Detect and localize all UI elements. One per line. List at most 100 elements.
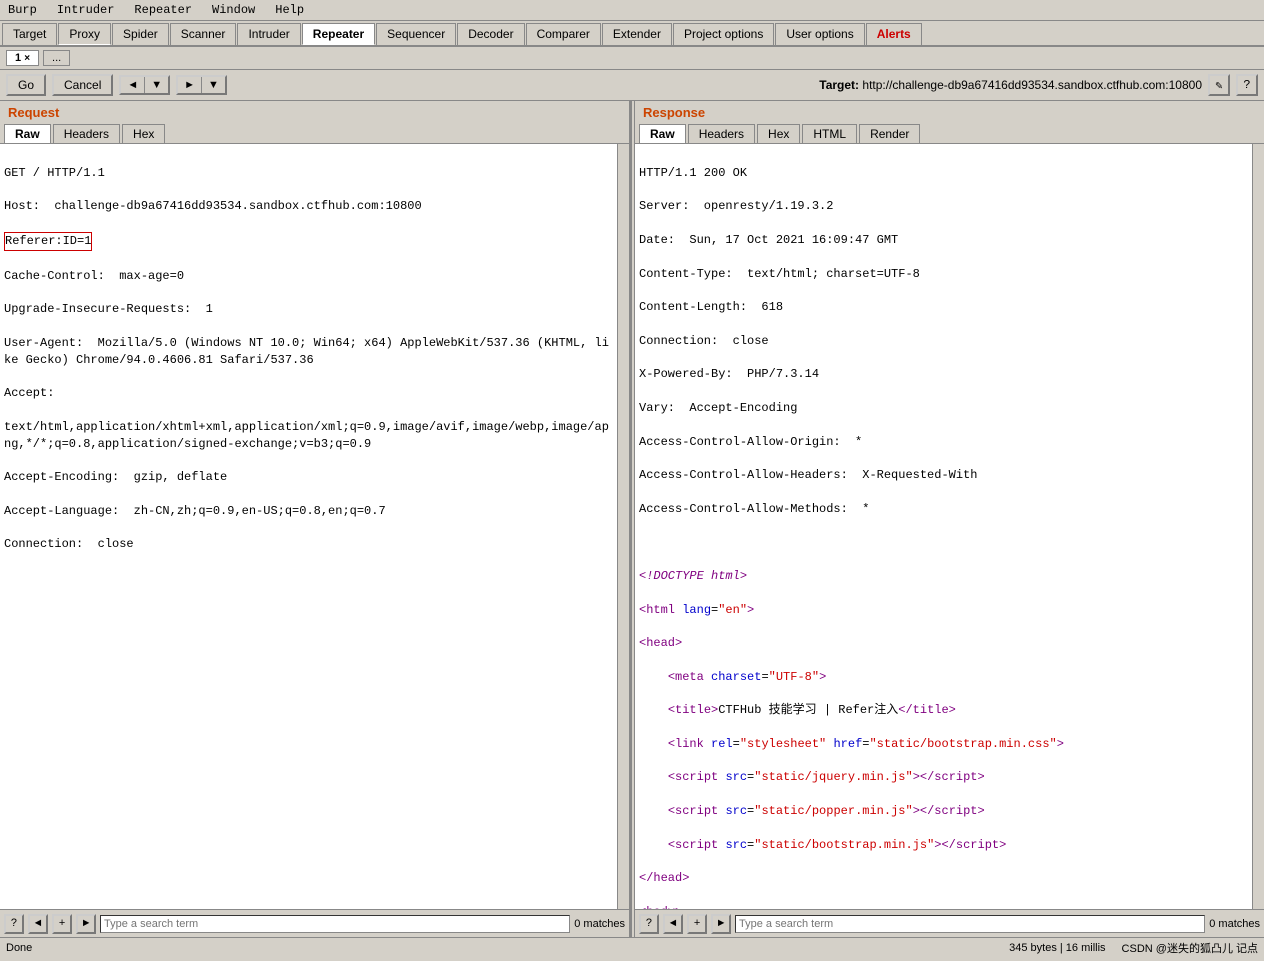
request-search-next[interactable]: ►: [76, 914, 96, 934]
forward-dropdown-button[interactable]: ▼: [202, 77, 225, 93]
tab-repeater[interactable]: Repeater: [302, 23, 375, 45]
response-search-next[interactable]: ►: [711, 914, 731, 934]
request-search-next-plus[interactable]: +: [52, 914, 72, 934]
request-title: Request: [0, 101, 629, 124]
response-search-bar: ? ◄ + ► 0 matches: [635, 909, 1264, 937]
resp-head-open: <head>: [639, 635, 1248, 652]
request-line-1: GET / HTTP/1.1: [4, 165, 613, 182]
resp-x-powered: X-Powered-By: PHP/7.3.14: [639, 366, 1248, 383]
request-search-bar: ? ◄ + ► 0 matches: [0, 909, 629, 937]
menu-bar: Burp Intruder Repeater Window Help: [0, 0, 1264, 21]
resp-script3: <script src="static/bootstrap.min.js"></…: [639, 837, 1248, 854]
main-tab-bar: Target Proxy Spider Scanner Intruder Rep…: [0, 21, 1264, 47]
request-tab-headers[interactable]: Headers: [53, 124, 120, 143]
request-content-wrapper: GET / HTTP/1.1 Host: challenge-db9a67416…: [0, 144, 629, 909]
cancel-button[interactable]: Cancel: [52, 74, 113, 96]
tab-comparer[interactable]: Comparer: [526, 23, 601, 45]
target-url: http://challenge-db9a67416dd93534.sandbo…: [862, 78, 1202, 92]
response-status-info: 345 bytes | 16 millis: [1009, 942, 1105, 954]
tab-intruder[interactable]: Intruder: [237, 23, 300, 45]
menu-burp[interactable]: Burp: [4, 2, 41, 18]
resp-script1: <script src="static/jquery.min.js"></scr…: [639, 769, 1248, 786]
tab-user-options[interactable]: User options: [775, 23, 864, 45]
repeater-tab-1[interactable]: 1 ×: [6, 50, 39, 66]
request-line-2: Host: challenge-db9a67416dd93534.sandbox…: [4, 198, 613, 215]
resp-doctype: <!DOCTYPE html>: [639, 568, 1248, 585]
resp-status: HTTP/1.1 200 OK: [639, 165, 1248, 182]
tab-spider[interactable]: Spider: [112, 23, 169, 45]
request-search-input[interactable]: [100, 915, 570, 933]
resp-server: Server: openresty/1.19.3.2: [639, 198, 1248, 215]
response-search-input[interactable]: [735, 915, 1205, 933]
edit-target-button[interactable]: ✎: [1208, 74, 1230, 96]
request-pane: Request Raw Headers Hex GET / HTTP/1.1 H…: [0, 101, 631, 937]
resp-acam: Access-Control-Allow-Methods: *: [639, 501, 1248, 518]
response-matches: 0 matches: [1209, 918, 1260, 930]
response-tab-hex[interactable]: Hex: [757, 124, 800, 143]
response-tab-render[interactable]: Render: [859, 124, 920, 143]
response-scrollbar[interactable]: [1252, 144, 1264, 909]
resp-content-length: Content-Length: 618: [639, 299, 1248, 316]
tab-extender[interactable]: Extender: [602, 23, 672, 45]
response-tab-raw[interactable]: Raw: [639, 124, 686, 143]
tab-proxy[interactable]: Proxy: [58, 23, 111, 45]
request-line-upgrade: Upgrade-Insecure-Requests: 1: [4, 301, 613, 318]
resp-connection: Connection: close: [639, 333, 1248, 350]
status-text: Done: [6, 942, 32, 954]
back-button[interactable]: ◄: [121, 77, 145, 93]
tab-alerts[interactable]: Alerts: [866, 23, 922, 45]
resp-blank: [639, 534, 1248, 551]
menu-help[interactable]: Help: [271, 2, 308, 18]
menu-repeater[interactable]: Repeater: [130, 2, 196, 18]
menu-window[interactable]: Window: [208, 2, 259, 18]
tab-decoder[interactable]: Decoder: [457, 23, 524, 45]
request-line-encoding: Accept-Encoding: gzip, deflate: [4, 469, 613, 486]
status-bar: Done 345 bytes | 16 millis CSDN @迷失的狐凸儿 …: [0, 937, 1264, 957]
main-content: Request Raw Headers Hex GET / HTTP/1.1 H…: [0, 101, 1264, 937]
repeater-tab-more[interactable]: ...: [43, 50, 70, 66]
request-scrollbar[interactable]: [617, 144, 629, 909]
response-content-wrapper: HTTP/1.1 200 OK Server: openresty/1.19.3…: [635, 144, 1264, 909]
response-tab-headers[interactable]: Headers: [688, 124, 755, 143]
go-button[interactable]: Go: [6, 74, 46, 96]
request-line-accept: Accept:: [4, 385, 613, 402]
response-tab-html[interactable]: HTML: [802, 124, 857, 143]
request-content[interactable]: GET / HTTP/1.1 Host: challenge-db9a67416…: [0, 144, 617, 909]
forward-button[interactable]: ►: [178, 77, 202, 93]
resp-acah: Access-Control-Allow-Headers: X-Requeste…: [639, 467, 1248, 484]
response-tabs: Raw Headers Hex HTML Render: [635, 124, 1264, 144]
request-line-referer: Referer:ID=1: [4, 232, 613, 251]
resp-title: <title>CTFHub 技能学习 | Refer注入</title>: [639, 702, 1248, 719]
resp-content-type: Content-Type: text/html; charset=UTF-8: [639, 266, 1248, 283]
resp-html-open: <html lang="en">: [639, 602, 1248, 619]
request-tab-hex[interactable]: Hex: [122, 124, 165, 143]
referer-highlight: Referer:ID=1: [4, 232, 92, 251]
back-dropdown-button[interactable]: ▼: [145, 77, 168, 93]
resp-body-open: <body>: [639, 904, 1248, 909]
resp-meta: <meta charset="UTF-8">: [639, 669, 1248, 686]
request-search-help[interactable]: ?: [4, 914, 24, 934]
response-search-next-plus[interactable]: +: [687, 914, 707, 934]
resp-head-close: </head>: [639, 870, 1248, 887]
menu-intruder[interactable]: Intruder: [53, 2, 119, 18]
response-pane: Response Raw Headers Hex HTML Render HTT…: [635, 101, 1264, 937]
toolbar: Go Cancel ◄ ▼ ► ▼ Target: http://challen…: [0, 70, 1264, 101]
request-tabs: Raw Headers Hex: [0, 124, 629, 144]
request-tab-raw[interactable]: Raw: [4, 124, 51, 143]
back-nav-group: ◄ ▼: [119, 75, 170, 95]
tab-sequencer[interactable]: Sequencer: [376, 23, 456, 45]
tab-target[interactable]: Target: [2, 23, 57, 45]
request-matches: 0 matches: [574, 918, 625, 930]
help-button[interactable]: ?: [1236, 74, 1258, 96]
request-line-conn: Connection: close: [4, 536, 613, 553]
resp-date: Date: Sun, 17 Oct 2021 16:09:47 GMT: [639, 232, 1248, 249]
response-search-prev[interactable]: ◄: [663, 914, 683, 934]
request-search-prev[interactable]: ◄: [28, 914, 48, 934]
response-content[interactable]: HTTP/1.1 200 OK Server: openresty/1.19.3…: [635, 144, 1252, 909]
tab-close-icon[interactable]: ×: [24, 53, 30, 64]
tab-scanner[interactable]: Scanner: [170, 23, 237, 45]
resp-vary: Vary: Accept-Encoding: [639, 400, 1248, 417]
tab-project-options[interactable]: Project options: [673, 23, 774, 45]
request-line-cache: Cache-Control: max-age=0: [4, 268, 613, 285]
response-search-help[interactable]: ?: [639, 914, 659, 934]
